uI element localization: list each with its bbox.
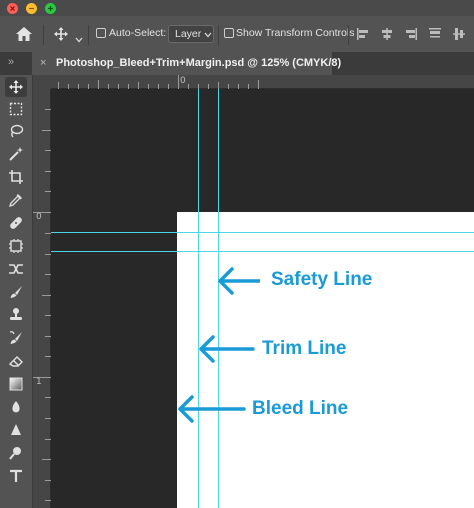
ruler-corner[interactable] [33,75,51,89]
document-canvas[interactable]: Safety Line Trim Line Bleed Line [51,89,474,508]
trim-guide-vertical[interactable] [218,89,219,508]
chevron-down-icon [204,32,212,38]
marquee-tool-icon[interactable] [5,99,27,119]
history-brush-icon[interactable] [5,328,27,348]
auto-select-dropdown[interactable]: Layer [168,25,214,43]
horizontal-ruler[interactable]: 0 [51,75,474,89]
document-tab-title: Photoshop_Bleed+Trim+Margin.psd @ 125% (… [56,57,342,69]
ruler-label: 1 [36,377,42,387]
chevron-down-icon[interactable] [75,30,83,48]
options-separator [218,25,219,45]
sharpen-tool-icon[interactable] [5,420,27,440]
align-center-icon[interactable] [380,27,394,46]
close-window-button[interactable] [7,3,18,14]
bleed-guide-horizontal[interactable] [51,232,474,233]
ruler-label: 0 [180,76,186,86]
zoom-window-button[interactable] [45,3,56,14]
minimize-window-button[interactable] [26,3,37,14]
magic-wand-icon[interactable] [5,144,27,164]
gradient-tool-icon[interactable] [5,374,27,394]
eraser-tool-icon[interactable] [5,351,27,371]
brush-tool-icon[interactable] [5,282,27,302]
dodge-tool-icon[interactable] [5,443,27,463]
safety-line-label: Safety Line [271,269,373,290]
lasso-tool-icon[interactable] [5,121,27,141]
vertical-ruler-ticks [33,109,51,501]
align-middle-icon[interactable] [452,27,466,46]
window-titlebar [0,0,474,16]
bleed-line-label: Bleed Line [252,398,349,419]
safety-arrow-icon [218,267,260,295]
eyedropper-icon[interactable] [5,190,27,210]
show-transform-checkbox[interactable] [224,28,234,38]
options-bar: Auto-Select: Layer Show Transform Contro… [0,16,474,53]
type-tool-icon[interactable] [5,466,27,486]
vertical-ruler[interactable]: 0 1 [33,89,51,508]
trim-line-label: Trim Line [262,338,347,359]
align-top-icon[interactable] [428,27,442,46]
stamp-tool-icon[interactable] [5,305,27,325]
align-left-icon[interactable] [356,27,370,46]
align-right-icon[interactable] [404,27,418,46]
tools-panel [0,75,33,508]
auto-select-label: Auto-Select: [109,27,167,39]
horizontal-ruler-ticks [58,75,259,89]
options-separator [348,25,349,45]
bleed-guide-vertical[interactable] [198,89,199,508]
options-separator [43,25,44,45]
healing-brush-icon[interactable] [5,213,27,233]
patch-tool-icon[interactable] [5,236,27,256]
document-tab[interactable]: × Photoshop_Bleed+Trim+Margin.psd @ 125%… [32,52,341,75]
crop-tool-icon[interactable] [5,167,27,187]
trim-guide-horizontal[interactable] [51,251,474,252]
ruler-label: 0 [36,212,42,222]
document-tab-bar: » × Photoshop_Bleed+Trim+Margin.psd @ 12… [0,52,474,75]
close-icon[interactable]: × [40,57,46,69]
move-tool-icon[interactable] [53,26,69,47]
home-icon[interactable] [14,25,34,48]
show-transform-label: Show Transform Controls [236,27,355,39]
auto-select-value: Layer [175,28,202,40]
trim-arrow-icon [199,335,255,363]
options-separator [88,25,89,45]
bleed-arrow-icon [178,395,246,423]
content-aware-move-icon[interactable] [5,259,27,279]
blur-tool-icon[interactable] [5,397,27,417]
auto-select-checkbox[interactable] [96,28,106,38]
panel-collapse-icon[interactable]: » [8,56,14,68]
move-tool-icon[interactable] [5,77,27,97]
